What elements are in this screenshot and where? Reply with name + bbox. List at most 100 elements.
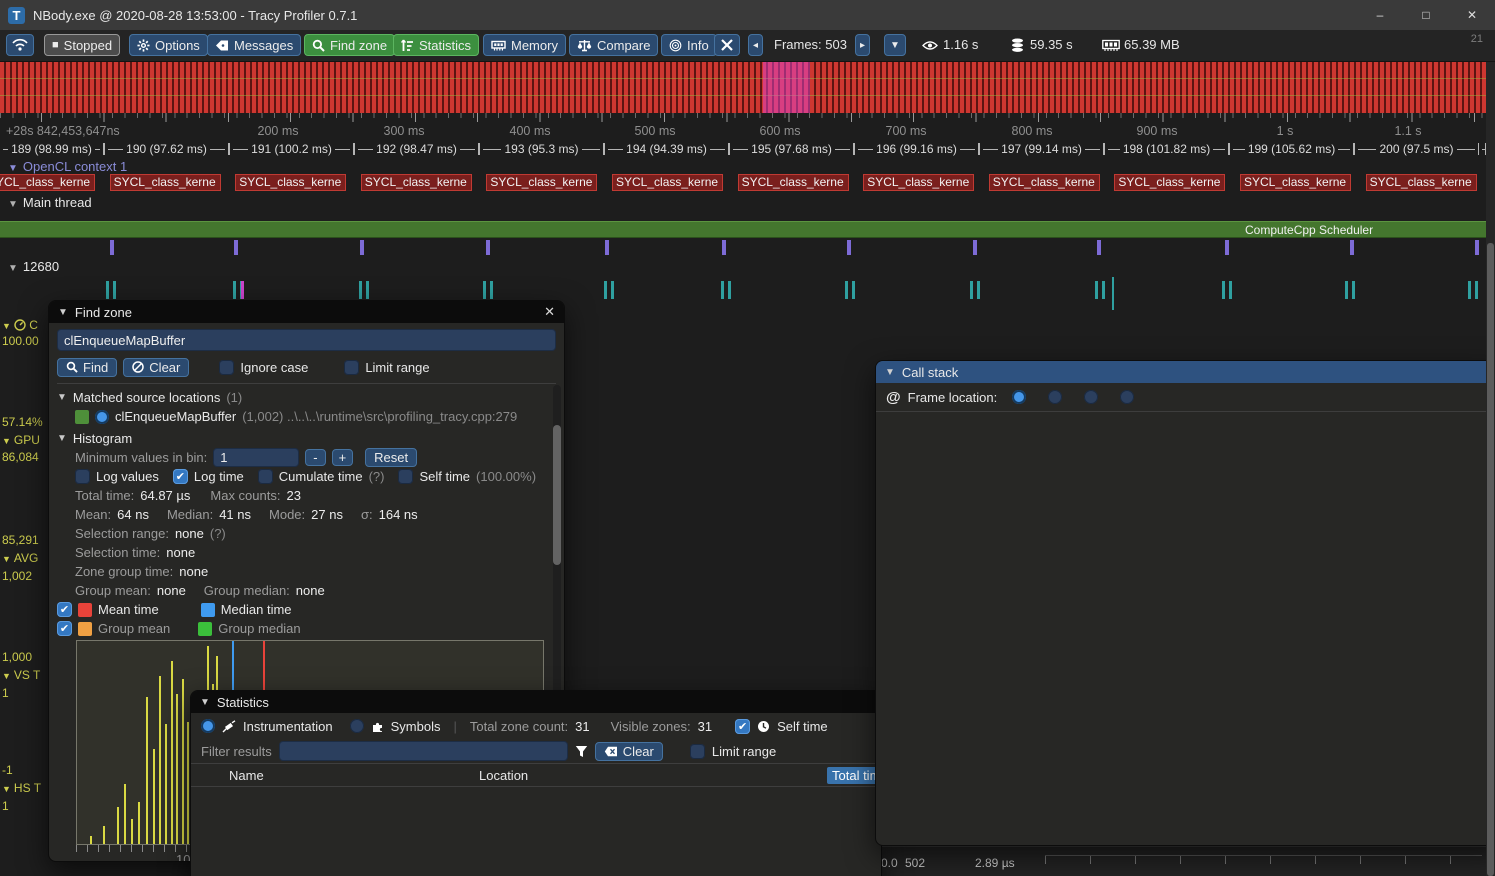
main-scrollbar[interactable] <box>1486 62 1495 876</box>
gpu-zone[interactable]: SYCL_class_kerne <box>612 174 723 191</box>
return-address-radio[interactable] <box>1084 390 1098 404</box>
plot-header-avg[interactable]: ▼AVG <box>2 551 38 565</box>
scheduler-tick[interactable] <box>605 240 609 255</box>
worker-tick[interactable] <box>604 281 607 299</box>
scheduler-tick[interactable] <box>110 240 114 255</box>
stopped-button[interactable]: ■ Stopped <box>44 34 120 56</box>
scheduler-tick[interactable] <box>486 240 490 255</box>
frame-label[interactable]: 196 (99.16 ms) <box>854 143 979 155</box>
info-button[interactable]: Info <box>661 34 717 56</box>
plot-header-cpu[interactable]: ▼ C <box>2 318 38 332</box>
worker-tick[interactable] <box>233 281 236 299</box>
matched-locations-header[interactable]: ▼ Matched source locations (1) <box>57 388 556 407</box>
compare-button[interactable]: Compare <box>569 34 658 56</box>
column-header-name[interactable]: Name <box>229 768 479 783</box>
worker-tick-tall[interactable] <box>1112 277 1114 310</box>
plot-header-gpu[interactable]: ▼GPU <box>2 433 40 447</box>
worker-tick[interactable] <box>1102 281 1105 299</box>
statistics-titlebar[interactable]: ▼ Statistics <box>191 691 881 713</box>
worker-tick[interactable] <box>977 281 980 299</box>
worker-tick[interactable] <box>1352 281 1355 299</box>
worker-tick[interactable] <box>1468 281 1471 299</box>
worker-tick[interactable] <box>1345 281 1348 299</box>
find-zone-button[interactable]: Find zone <box>304 34 395 56</box>
frame-label[interactable]: 190 (97.62 ms) <box>104 143 229 155</box>
worker-tick[interactable] <box>366 281 369 299</box>
worker-thread-header[interactable]: ▼12680 <box>8 259 59 274</box>
column-header-total-time[interactable]: Total time <box>827 767 882 784</box>
worker-tick[interactable] <box>728 281 731 299</box>
main-scroll-thumb[interactable] <box>1487 243 1494 876</box>
scheduler-tick[interactable] <box>360 240 364 255</box>
gpu-zone[interactable]: SYCL_class_kerne <box>1240 174 1351 191</box>
next-frame-button[interactable]: ▸ <box>855 34 870 56</box>
column-header-location[interactable]: Location <box>479 768 827 783</box>
stats-limit-range-checkbox[interactable] <box>690 744 705 759</box>
plot-header-vs[interactable]: ▼VS T <box>2 668 40 682</box>
worker-tick[interactable] <box>970 281 973 299</box>
worker-tick[interactable] <box>106 281 109 299</box>
reset-button[interactable]: Reset <box>365 448 417 467</box>
worker-tick[interactable] <box>490 281 493 299</box>
scheduler-tick[interactable] <box>973 240 977 255</box>
opencl-context-header[interactable]: ▼OpenCL context 1 <box>8 159 127 174</box>
worker-tick[interactable] <box>852 281 855 299</box>
plot-header-hs[interactable]: ▼HS T <box>2 781 41 795</box>
scheduler-tick[interactable] <box>847 240 851 255</box>
connection-button[interactable] <box>6 34 34 56</box>
frame-label[interactable]: 200 (97.5 ms) <box>1354 143 1479 155</box>
worker-tick[interactable] <box>113 281 116 299</box>
gpu-zone[interactable]: SYCL_class_kerne <box>1366 174 1477 191</box>
symbols-radio[interactable] <box>350 719 364 733</box>
find-zone-close-icon[interactable]: ✕ <box>544 304 555 320</box>
worker-tick-highlight[interactable] <box>241 281 244 299</box>
worker-tick[interactable] <box>721 281 724 299</box>
frame-label[interactable]: 192 (98.47 ms) <box>354 143 479 155</box>
tools-button[interactable] <box>714 34 740 56</box>
worker-tick[interactable] <box>359 281 362 299</box>
scheduler-tick[interactable] <box>1225 240 1229 255</box>
entry-point-radio[interactable] <box>1048 390 1062 404</box>
bin-minus-button[interactable]: - <box>305 449 325 466</box>
frame-label[interactable]: 197 (99.14 ms) <box>979 143 1104 155</box>
scheduler-tick[interactable] <box>1350 240 1354 255</box>
scheduler-tick[interactable] <box>234 240 238 255</box>
frame-label[interactable]: 193 (95.3 ms) <box>479 143 604 155</box>
collapse-icon[interactable]: ▼ <box>58 307 68 318</box>
worker-tick[interactable] <box>1475 281 1478 299</box>
maximize-button[interactable]: □ <box>1403 0 1449 30</box>
gpu-zone[interactable]: SYCL_class_kerne <box>738 174 849 191</box>
scheduler-tick[interactable] <box>1097 240 1101 255</box>
instrumentation-radio[interactable] <box>201 719 215 733</box>
frame-label[interactable]: 195 (97.68 ms) <box>729 143 854 155</box>
collapse-icon[interactable]: ▼ <box>885 367 895 378</box>
bin-plus-button[interactable]: + <box>332 449 354 466</box>
worker-tick[interactable] <box>1222 281 1225 299</box>
worker-tick[interactable] <box>1229 281 1232 299</box>
ignore-case-checkbox[interactable] <box>219 360 234 375</box>
memory-button[interactable]: Memory <box>483 34 566 56</box>
worker-tick[interactable] <box>845 281 848 299</box>
find-zone-scroll-thumb[interactable] <box>553 425 561 565</box>
find-button[interactable]: Find <box>57 358 117 377</box>
limit-range-checkbox[interactable] <box>344 360 359 375</box>
frame-label[interactable]: 194 (94.39 ms) <box>604 143 729 155</box>
worker-tick[interactable] <box>611 281 614 299</box>
minimize-button[interactable]: – <box>1357 0 1403 30</box>
find-zone-search-input[interactable] <box>57 329 556 351</box>
matched-location-item[interactable]: clEnqueueMapBuffer (1,002) ..\..\..\runt… <box>57 407 556 426</box>
options-button[interactable]: Options <box>129 34 208 56</box>
scheduler-tick[interactable] <box>722 240 726 255</box>
call-stack-titlebar[interactable]: ▼ Call stack <box>876 361 1495 383</box>
min-bin-input[interactable] <box>213 448 299 467</box>
filter-input[interactable] <box>279 741 568 761</box>
frame-label[interactable]: 198 (101.82 ms) <box>1104 143 1229 155</box>
close-button[interactable]: ✕ <box>1449 0 1495 30</box>
histogram-header[interactable]: ▼ Histogram <box>57 429 556 448</box>
main-thread-header[interactable]: ▼Main thread <box>8 195 92 210</box>
gpu-zone[interactable]: SYCL_class_kerne <box>989 174 1100 191</box>
source-code-radio[interactable] <box>1012 390 1026 404</box>
symbol-address-radio[interactable] <box>1120 390 1134 404</box>
frame-label[interactable]: 199 (105.62 ms) <box>1229 143 1354 155</box>
gpu-zone[interactable]: SYCL_class_kerne <box>1114 174 1225 191</box>
